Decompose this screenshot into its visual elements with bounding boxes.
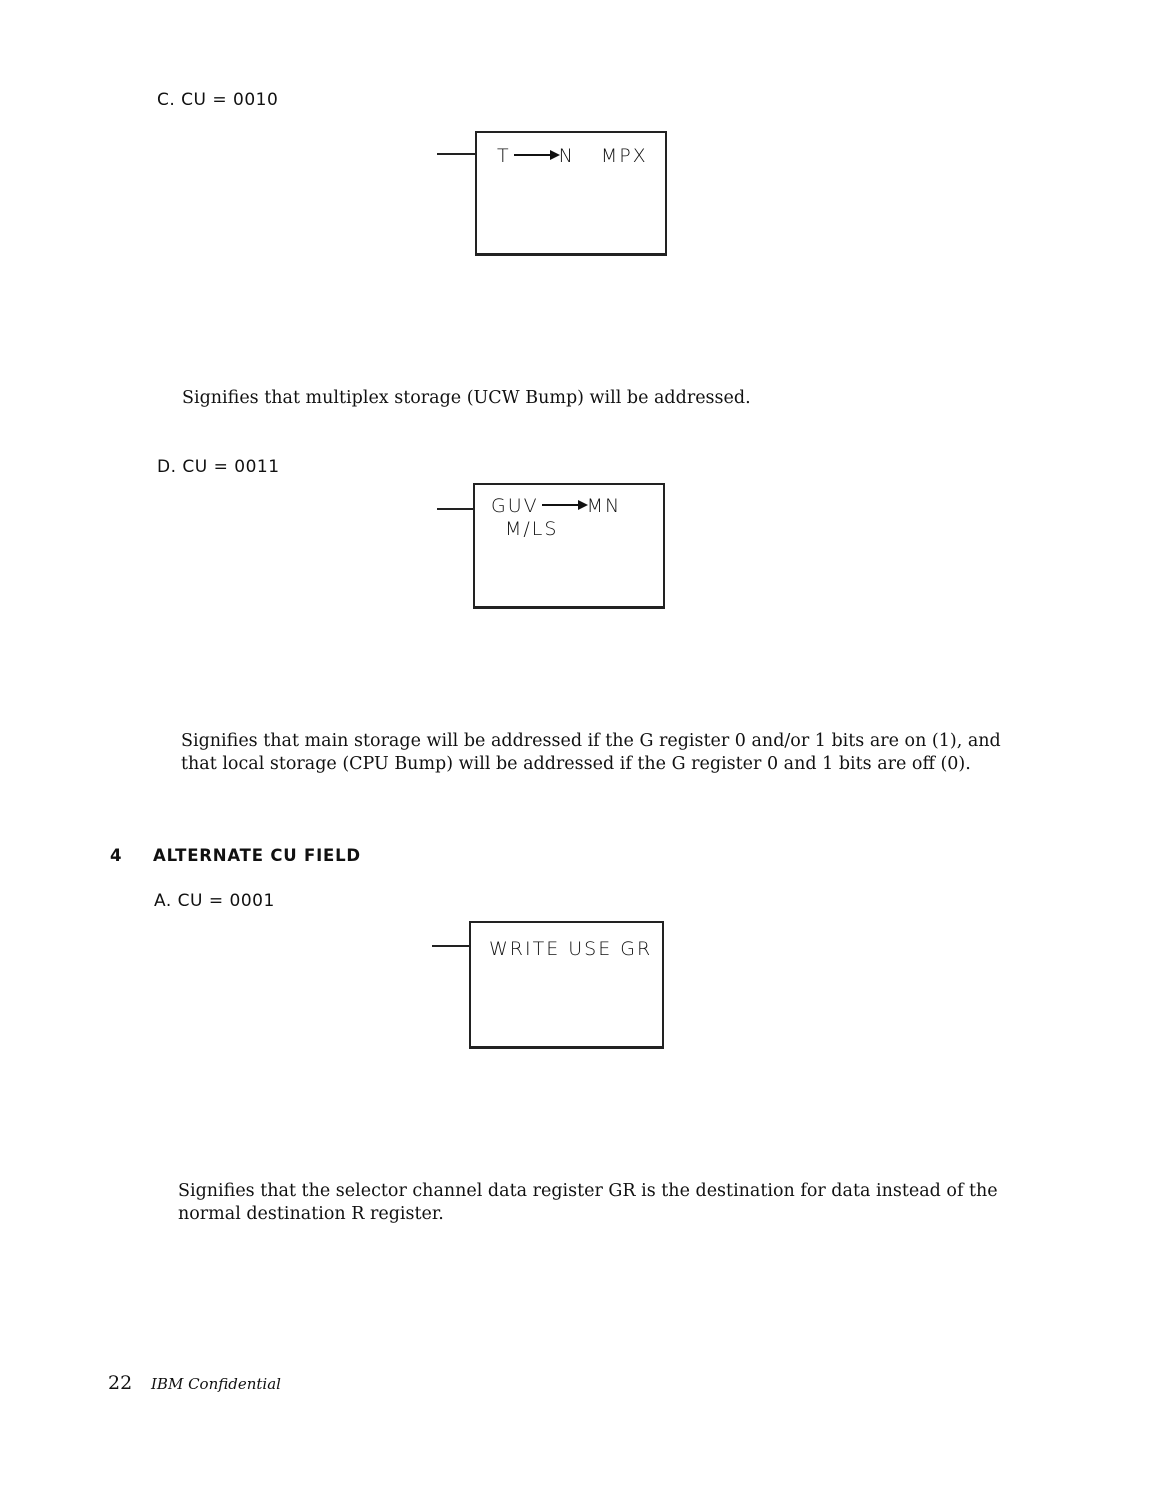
section-d-label: D. CU = 0011 (157, 457, 280, 477)
section-number: 4 (110, 846, 123, 865)
section-d-description: Signifies that main storage will be addr… (181, 731, 1001, 774)
section-d-box-line2: M/LS (505, 518, 559, 540)
section-d-microcode-box: GUV MN M/LS (473, 483, 665, 609)
section-c-box-suffix: MPX (600, 145, 648, 167)
page-number: 22 (108, 1372, 133, 1394)
section-d-box-line1: GUV MN (491, 495, 621, 517)
alternate-a-box-line1: WRITE USE GR (489, 938, 653, 960)
document-page: { "sections": { "c": { "label": "C. CU =… (0, 0, 1156, 1497)
section-c-box-target: N (558, 145, 575, 167)
section-d-box-lead-line (437, 508, 473, 510)
confidentiality-notice: IBM Confidential (151, 1375, 281, 1393)
section-c-description: Signifies that multiplex storage (UCW Bu… (182, 388, 751, 408)
alternate-a-microcode-box: WRITE USE GR (469, 921, 664, 1049)
section-c-box-line1: T N MPX (497, 145, 648, 167)
right-arrow-icon (513, 149, 560, 160)
alternate-a-box-lead-line (432, 945, 469, 947)
section-heading: ALTERNATE CU FIELD (153, 846, 361, 865)
section-c-microcode-box: T N MPX (475, 131, 667, 256)
section-c-box-source: T (497, 145, 511, 167)
alternate-a-description: Signifies that the selector channel data… (178, 1181, 998, 1224)
right-arrow-icon (541, 499, 588, 510)
section-d-box-source: GUV (491, 495, 539, 517)
alternate-a-label: A. CU = 0001 (154, 891, 275, 911)
section-d-box-target: MN (586, 495, 622, 517)
section-c-label: C. CU = 0010 (157, 90, 279, 110)
section-c-box-lead-line (437, 153, 475, 155)
